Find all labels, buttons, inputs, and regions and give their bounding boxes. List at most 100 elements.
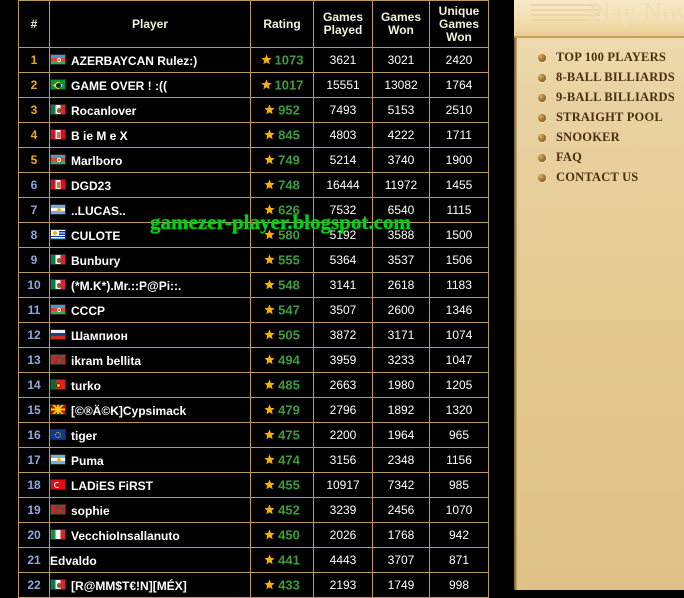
flag-icon (50, 578, 66, 590)
table-row[interactable]: 11 CCCP 547 3507 2600 1346 (18, 297, 489, 323)
flag-icon (50, 228, 66, 240)
flag-icon (50, 428, 66, 440)
player-name: DGD23 (71, 178, 112, 193)
cell-unique-games-won: 1074 (429, 322, 489, 348)
cell-player[interactable]: [©®Ä©K]Cypsimack (49, 397, 251, 423)
cell-player[interactable]: ikram bellita (49, 347, 251, 373)
rating-value: 441 (278, 552, 300, 568)
cell-unique-games-won: 1183 (429, 272, 489, 298)
table-row[interactable]: 6 DGD23 748 16444 11972 1455 (18, 172, 489, 198)
cell-rating: 845 (250, 122, 314, 148)
star-icon (264, 204, 275, 215)
table-row[interactable]: 10 (*M.K*).Mr.::P@Pi::. 548 3141 2618 1183 (18, 272, 489, 298)
cell-rank: 2 (18, 72, 50, 98)
cell-unique-games-won: 1500 (429, 222, 489, 248)
cell-player[interactable]: Marlboro (49, 147, 251, 173)
table-row[interactable]: 19 sophie 452 3239 2456 1070 (18, 497, 489, 523)
cell-games-played: 3156 (313, 447, 373, 473)
cell-player[interactable]: Puma (49, 447, 251, 473)
star-icon (264, 404, 275, 415)
table-row[interactable]: 5 Marlboro 749 5214 3740 1900 (18, 147, 489, 173)
table-row[interactable]: 2 GAME OVER ! :((1017 15551 13082 1764 (18, 72, 489, 98)
cell-games-played: 5364 (313, 247, 373, 273)
cell-player[interactable]: tiger (49, 422, 251, 448)
play-now-header[interactable]: Play Now (514, 0, 684, 38)
cell-player[interactable]: DGD23 (49, 172, 251, 198)
table-row[interactable]: 9 Bunbury 555 5364 3537 1506 (18, 247, 489, 273)
table-row[interactable]: 8 CULOTE 580 5192 3588 1500 (18, 222, 489, 248)
table-row[interactable]: 22 [R@MM$T€!N][MÉX] 433 2193 1749 998 (18, 572, 489, 598)
sidebar-item-top-100-players[interactable]: TOP 100 PLAYERS (514, 47, 684, 67)
cell-games-won: 2456 (372, 497, 430, 523)
cell-unique-games-won: 1070 (429, 497, 489, 523)
player-name: ikram bellita (71, 353, 142, 368)
cell-player[interactable]: CCCP (49, 297, 251, 323)
table-row[interactable]: 21 Edvaldo 441 4443 3707 871 (18, 547, 489, 573)
player-name: Bunbury (71, 253, 121, 268)
table-row[interactable]: 16 tiger 475 2200 1964 965 (18, 422, 489, 448)
cell-player[interactable]: [R@MM$T€!N][MÉX] (49, 572, 251, 598)
cell-games-won: 1964 (372, 422, 430, 448)
cell-player[interactable]: ..LUCAS.. (49, 197, 251, 223)
cell-games-played: 2200 (313, 422, 373, 448)
sidebar-item-label: CONTACT US (556, 170, 639, 184)
rating-value: 952 (278, 102, 300, 118)
cell-player[interactable]: GAME OVER ! :(( (49, 72, 251, 98)
cell-player[interactable]: CULOTE (49, 222, 251, 248)
cell-games-won: 6540 (372, 197, 430, 223)
cell-player[interactable]: Edvaldo (49, 547, 251, 573)
cell-player[interactable]: VecchioInsallanuto (49, 522, 251, 548)
cell-player[interactable]: Шампион (49, 322, 251, 348)
cell-rating: 749 (250, 147, 314, 173)
flag-icon (50, 453, 66, 465)
sidebar-item-label: FAQ (556, 150, 583, 164)
cell-games-played: 2796 (313, 397, 373, 423)
cell-rating: 626 (250, 197, 314, 223)
cell-rank: 11 (18, 297, 50, 323)
player-name: AZERBAYCAN Rulez:) (71, 53, 198, 68)
sidebar-item-faq[interactable]: FAQ (514, 147, 684, 167)
cell-player[interactable]: (*M.K*).Mr.::P@Pi::. (49, 272, 251, 298)
rating-value: 485 (278, 377, 300, 393)
player-name: Puma (71, 453, 104, 468)
table-row[interactable]: 15 [©®Ä©K]Cypsimack 479 2796 1892 1320 (18, 397, 489, 423)
sidebar-item-8-ball-billiards[interactable]: 8-BALL BILLIARDS (514, 67, 684, 87)
table-row[interactable]: 4 B ie M e X 845 4803 4222 1711 (18, 122, 489, 148)
star-icon (264, 554, 275, 565)
sidebar-nav-list: TOP 100 PLAYERS 8-BALL BILLIARDS 9-BALL BI… (514, 47, 684, 187)
cell-player[interactable]: B ie M e X (49, 122, 251, 148)
rating-value: 845 (278, 127, 300, 143)
table-row[interactable]: 12 Шампион 505 3872 3171 1074 (18, 322, 489, 348)
table-row[interactable]: 3 Rocanlover 952 7493 5153 2510 (18, 97, 489, 123)
cell-rating: 475 (250, 422, 314, 448)
table-row[interactable]: 7 ..LUCAS.. 626 7532 6540 1115 (18, 197, 489, 223)
table-row[interactable]: 18 LADiES FiRST 455 10917 7342 985 (18, 472, 489, 498)
sidebar-item-straight-pool[interactable]: STRAIGHT POOL (514, 107, 684, 127)
cell-rating: 474 (250, 447, 314, 473)
bullet-icon (538, 154, 546, 162)
player-name: Rocanlover (71, 103, 137, 118)
rating-value: 494 (278, 352, 300, 368)
cell-player[interactable]: AZERBAYCAN Rulez:) (49, 47, 251, 73)
table-row[interactable]: 13 ikram bellita 494 3959 3233 1047 (18, 347, 489, 373)
table-row[interactable]: 14 turko 485 2663 1980 1205 (18, 372, 489, 398)
player-name: [R@MM$T€!N][MÉX] (71, 578, 187, 593)
flag-icon (50, 278, 66, 290)
sidebar-item-snooker[interactable]: SNOOKER (514, 127, 684, 147)
cell-player[interactable]: sophie (49, 497, 251, 523)
cell-rank: 20 (18, 522, 50, 548)
cell-rating: 452 (250, 497, 314, 523)
sidebar-item-contact-us[interactable]: CONTACT US (514, 167, 684, 187)
cell-player[interactable]: LADiES FiRST (49, 472, 251, 498)
bullet-icon (538, 134, 546, 142)
sidebar-item-9-ball-billiards[interactable]: 9-BALL BILLIARDS (514, 87, 684, 107)
cell-player[interactable]: Rocanlover (49, 97, 251, 123)
rating-value: 433 (278, 577, 300, 593)
cell-player[interactable]: Bunbury (49, 247, 251, 273)
cell-player[interactable]: turko (49, 372, 251, 398)
table-row[interactable]: 17 Puma 474 3156 2348 1156 (18, 447, 489, 473)
rating-value: 474 (278, 452, 300, 468)
table-row[interactable]: 20 VecchioInsallanuto 450 2026 1768 942 (18, 522, 489, 548)
flag-icon (50, 253, 66, 265)
table-row[interactable]: 1 AZERBAYCAN Rulez:) 1073 3621 3021 2420 (18, 47, 489, 73)
